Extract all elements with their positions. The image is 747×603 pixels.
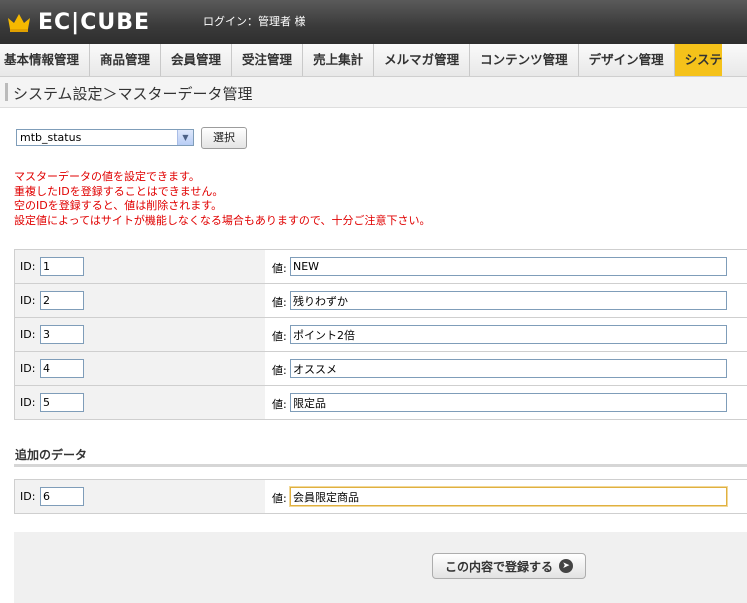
main-nav: 基本情報管理 商品管理 会員管理 受注管理 売上集計 メルマガ管理 コンテンツ管… — [0, 44, 747, 77]
register-button-label: この内容で登録する — [444, 559, 553, 574]
value-input[interactable] — [290, 325, 727, 344]
master-select-value: mtb_status — [20, 131, 82, 144]
table-row: ID: 値: — [14, 480, 747, 514]
nav-item-sales-report[interactable]: 売上集計 — [303, 44, 375, 76]
value-cell: 値: — [265, 250, 747, 283]
id-cell: ID: — [14, 480, 266, 513]
add-data-heading: 追加のデータ — [15, 448, 88, 462]
id-label: ID: — [20, 396, 36, 409]
value-input[interactable] — [290, 257, 727, 276]
value-input[interactable] — [290, 291, 727, 310]
id-cell: ID: — [14, 284, 266, 317]
notice-line: 重複したIDを登録することはできません。 — [14, 184, 224, 198]
nav-item-products[interactable]: 商品管理 — [90, 44, 162, 76]
table-row: ID: 値: — [14, 284, 747, 318]
notice-line: 空のIDを登録すると、値は削除されます。 — [14, 199, 223, 213]
notice-line: マスターデータの値を設定できます。 — [14, 170, 200, 183]
id-input[interactable] — [40, 393, 84, 412]
id-input[interactable] — [40, 291, 84, 310]
value-cell: 値: — [265, 318, 747, 351]
page-title-bar: システム設定＞マスターデータ管理 — [0, 77, 747, 108]
table-row: ID: 値: — [14, 352, 747, 386]
id-cell: ID: — [14, 352, 266, 385]
section-divider — [14, 464, 747, 467]
value-label: 値: — [272, 296, 287, 309]
nav-item-mail-magazine[interactable]: メルマガ管理 — [374, 44, 471, 76]
notice-line: 設定値によってはサイトが機能しなくなる場合もありますので、十分ご注意下さい。 — [14, 213, 431, 227]
nav-item-orders[interactable]: 受注管理 — [232, 44, 304, 76]
nav-item-design[interactable]: デザイン管理 — [579, 44, 675, 76]
crown-icon — [8, 14, 30, 32]
id-input[interactable] — [40, 257, 84, 276]
top-header-bar: EC|CUBE ログイン：管理者 様 — [0, 0, 747, 44]
id-label: ID: — [20, 260, 36, 273]
notice-message: マスターデータの値を設定できます。 重複したIDを登録することはできません。 空… — [14, 170, 430, 228]
id-input[interactable] — [40, 325, 84, 344]
table-row: ID: 値: — [14, 386, 747, 420]
register-button[interactable]: この内容で登録する ➤ — [432, 553, 586, 579]
value-label: 値: — [272, 364, 287, 377]
value-label: 値: — [272, 262, 287, 275]
value-input[interactable] — [290, 359, 727, 378]
id-label: ID: — [20, 362, 36, 375]
table-row: ID: 値: — [14, 318, 747, 352]
add-data-table: ID: 値: — [14, 479, 747, 514]
id-cell: ID: — [14, 386, 266, 419]
value-cell: 値: — [265, 352, 747, 385]
value-cell: 値: — [265, 480, 747, 513]
value-cell: 値: — [265, 284, 747, 317]
id-input[interactable] — [40, 359, 84, 378]
nav-item-system[interactable]: システ — [674, 44, 723, 76]
value-label: 値: — [272, 330, 287, 343]
nav-item-basic-info[interactable]: 基本情報管理 — [0, 44, 91, 76]
id-label: ID: — [20, 490, 36, 503]
value-label: 値: — [272, 398, 287, 411]
login-status: ログイン：管理者 様 — [203, 15, 306, 28]
nav-item-customers[interactable]: 会員管理 — [161, 44, 233, 76]
page-title: システム設定＞マスターデータ管理 — [13, 85, 253, 103]
value-cell: 値: — [265, 386, 747, 419]
id-cell: ID: — [14, 250, 266, 283]
arrow-right-icon: ➤ — [559, 559, 573, 573]
ec-cube-logo[interactable]: EC|CUBE — [6, 8, 150, 36]
new-id-input[interactable] — [40, 487, 84, 506]
id-label: ID: — [20, 294, 36, 307]
value-input[interactable] — [290, 393, 727, 412]
select-button[interactable]: 選択 — [201, 127, 247, 149]
master-data-select[interactable]: mtb_status ▼ — [16, 129, 194, 146]
id-cell: ID: — [14, 318, 266, 351]
nav-item-contents[interactable]: コンテンツ管理 — [470, 44, 579, 76]
id-label: ID: — [20, 328, 36, 341]
form-footer: この内容で登録する ➤ — [14, 532, 747, 603]
table-row: ID: 値: — [14, 250, 747, 284]
chevron-down-icon[interactable]: ▼ — [177, 130, 193, 145]
value-label: 値: — [272, 492, 287, 505]
new-value-input[interactable] — [290, 487, 727, 506]
master-data-table: ID: 値: ID: 値: ID: 値: ID: — [14, 249, 747, 420]
logo-text: EC|CUBE — [38, 9, 151, 35]
